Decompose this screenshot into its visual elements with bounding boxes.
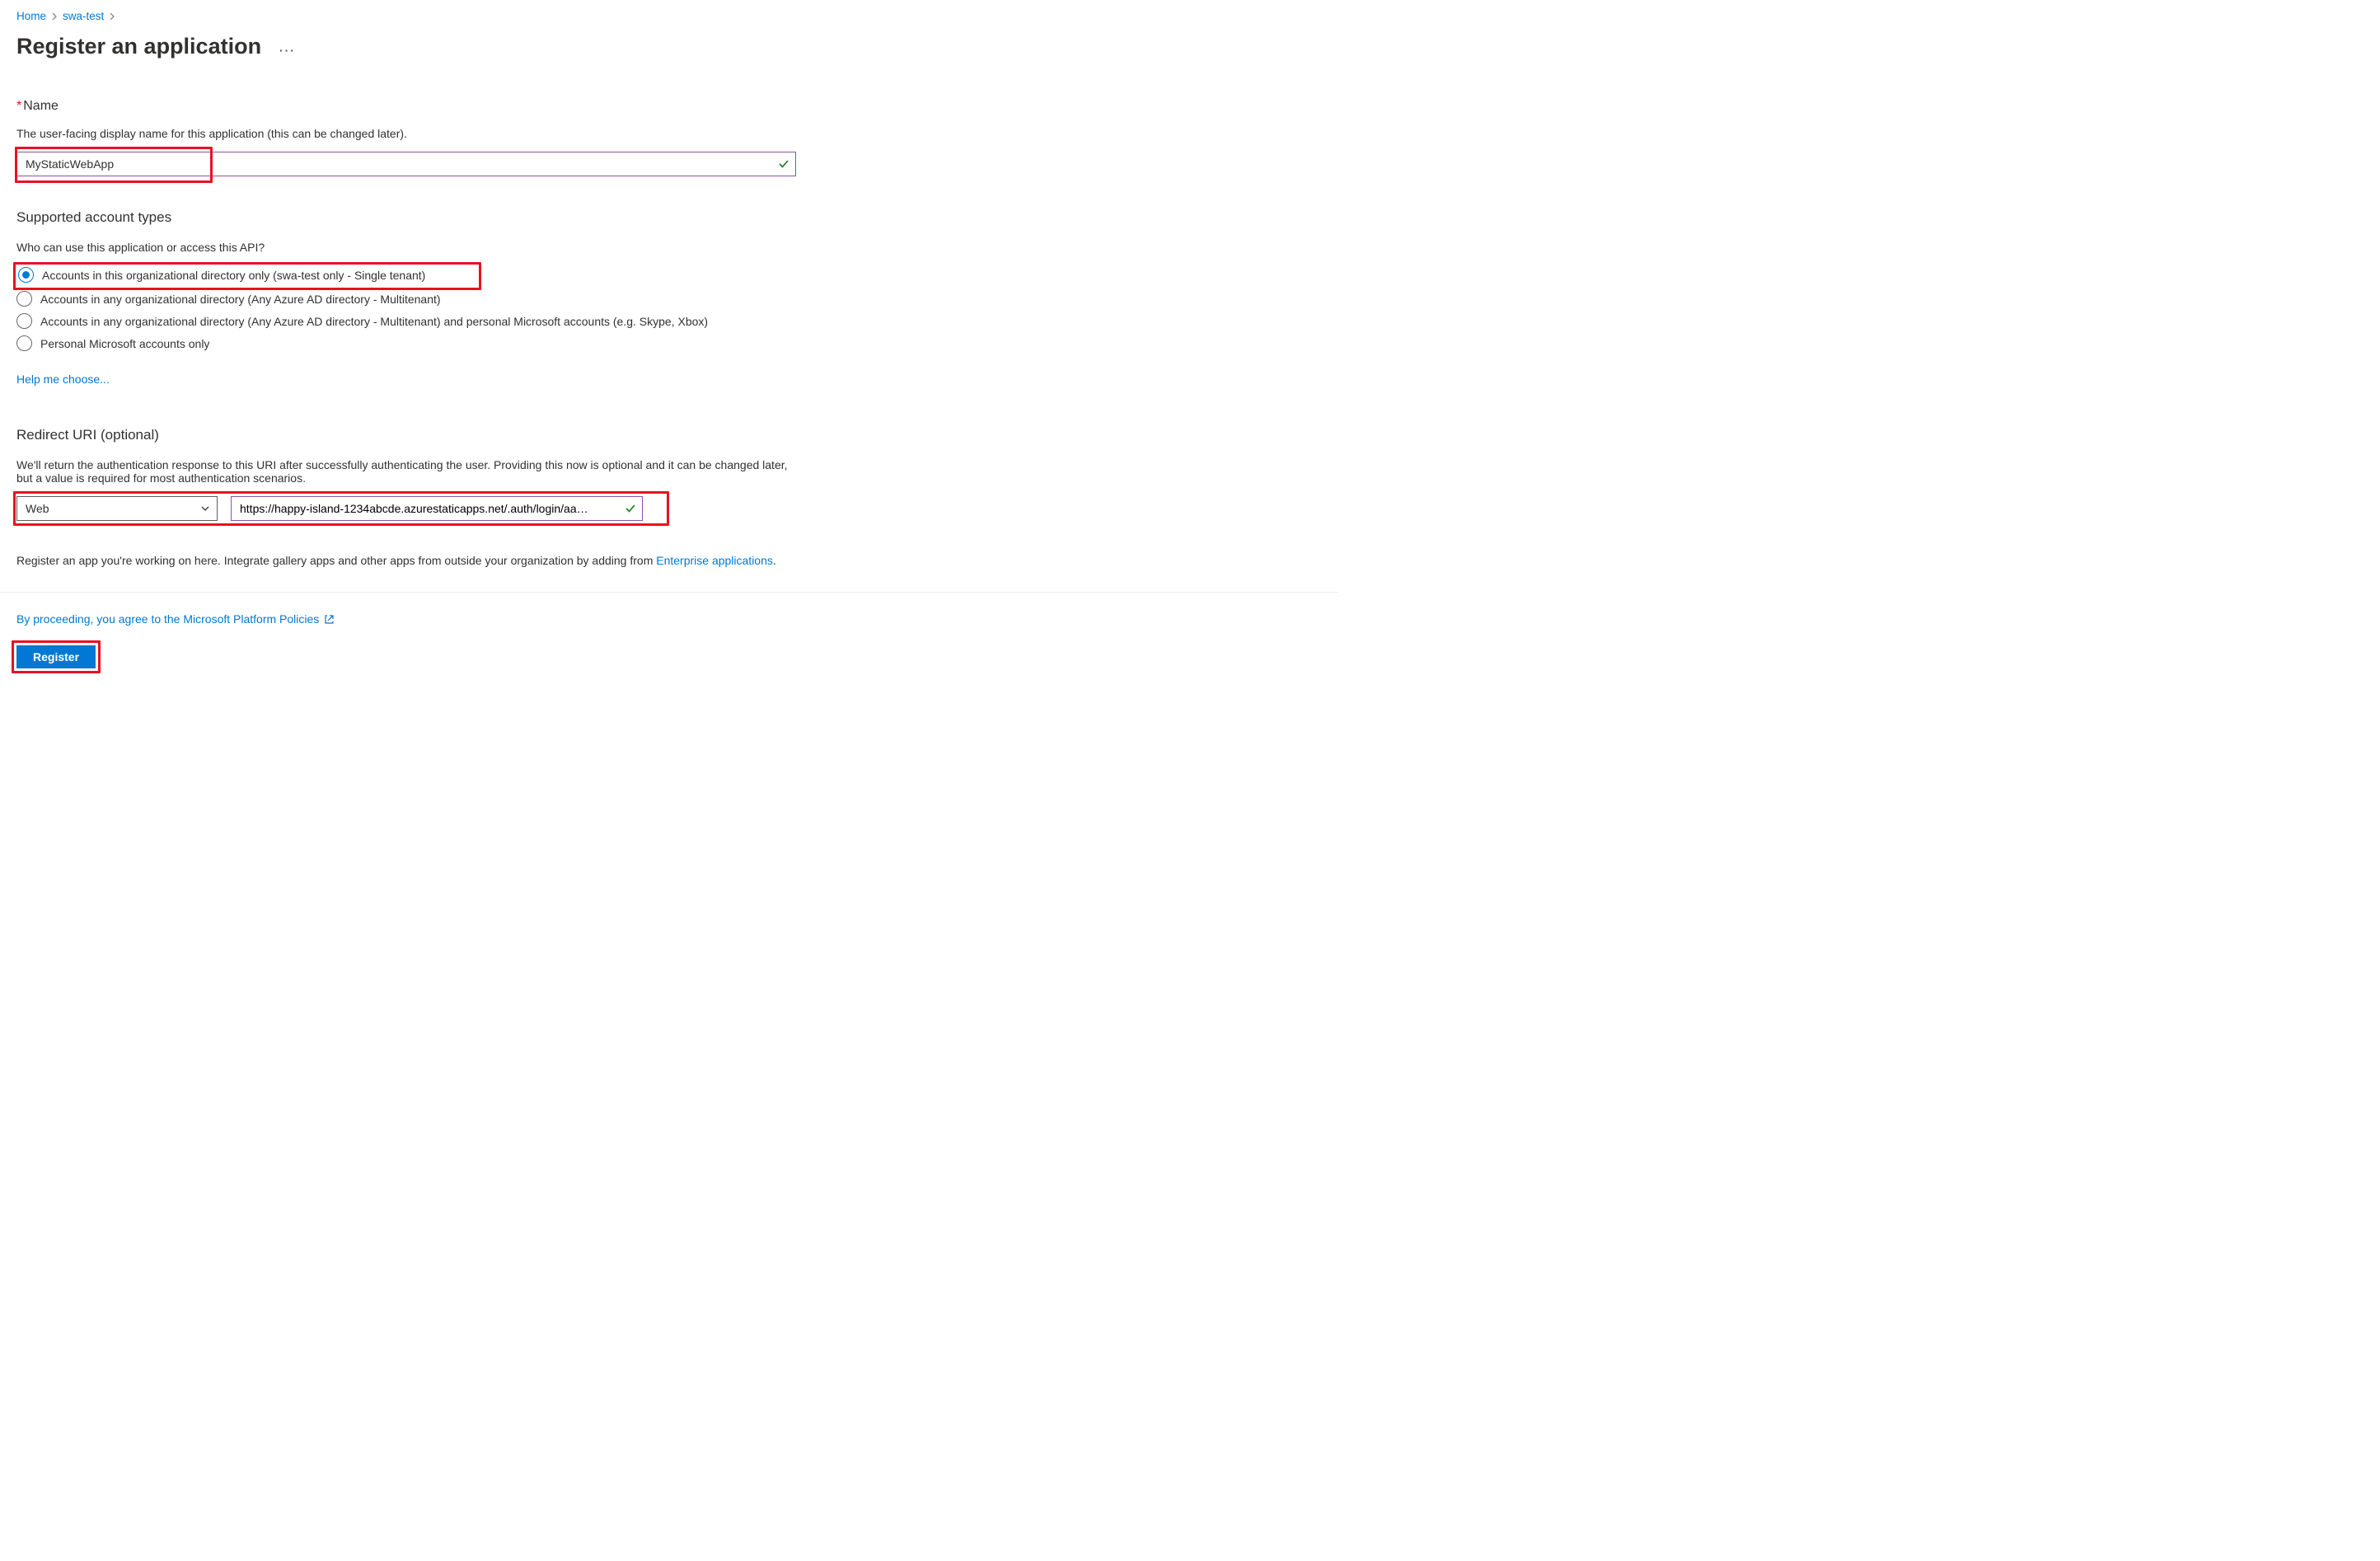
chevron-down-icon	[200, 504, 210, 513]
radio-label: Accounts in any organizational directory…	[40, 315, 708, 328]
account-types-title: Supported account types	[16, 209, 1174, 226]
footer-note: Register an app you're working on here. …	[16, 554, 874, 567]
radio-icon	[16, 313, 32, 329]
account-types-subtitle: Who can use this application or access t…	[16, 241, 1174, 254]
name-input[interactable]	[16, 152, 796, 176]
chevron-right-icon	[51, 13, 58, 20]
radio-multitenant-personal[interactable]: Accounts in any organizational directory…	[16, 313, 1174, 329]
radio-label: Personal Microsoft accounts only	[40, 337, 209, 350]
platform-select[interactable]: Web	[16, 496, 218, 521]
name-field-block: *Name The user-facing display name for t…	[16, 99, 1174, 176]
platform-policies-link[interactable]: By proceeding, you agree to the Microsof…	[16, 612, 319, 626]
account-types-block: Supported account types Who can use this…	[16, 209, 1174, 386]
name-label: *Name	[16, 99, 1174, 114]
redirect-title: Redirect URI (optional)	[16, 427, 1174, 443]
radio-single-tenant[interactable]: Accounts in this organizational director…	[18, 267, 1172, 283]
policies-line: By proceeding, you agree to the Microsof…	[16, 612, 1174, 626]
breadcrumb-swa-test[interactable]: swa-test	[63, 10, 104, 22]
checkmark-icon	[778, 158, 789, 170]
external-link-icon	[324, 614, 335, 625]
radio-label: Accounts in this organizational director…	[42, 269, 425, 282]
radio-icon	[18, 267, 34, 283]
checkmark-icon	[625, 503, 636, 514]
redirect-uri-input[interactable]	[231, 496, 643, 521]
radio-personal-only[interactable]: Personal Microsoft accounts only	[16, 335, 1174, 351]
breadcrumb: Home swa-test	[16, 10, 1174, 22]
breadcrumb-home[interactable]: Home	[16, 10, 46, 22]
chevron-right-icon	[109, 13, 115, 20]
redirect-uri-block: Redirect URI (optional) We'll return the…	[16, 427, 1174, 521]
register-button[interactable]: Register	[16, 645, 96, 668]
redirect-description: We'll return the authentication response…	[16, 458, 791, 485]
required-star-icon: *	[16, 99, 21, 113]
more-icon[interactable]: ···	[279, 44, 296, 57]
page-title: Register an application	[16, 34, 261, 59]
divider	[0, 592, 1338, 593]
help-me-choose-link[interactable]: Help me choose...	[16, 373, 110, 386]
radio-icon	[16, 335, 32, 351]
name-description: The user-facing display name for this ap…	[16, 127, 1174, 140]
enterprise-applications-link[interactable]: Enterprise applications	[656, 554, 773, 567]
radio-label: Accounts in any organizational directory…	[40, 293, 441, 306]
radio-icon	[16, 291, 32, 307]
platform-select-value: Web	[26, 502, 49, 515]
radio-multitenant[interactable]: Accounts in any organizational directory…	[16, 291, 1174, 307]
